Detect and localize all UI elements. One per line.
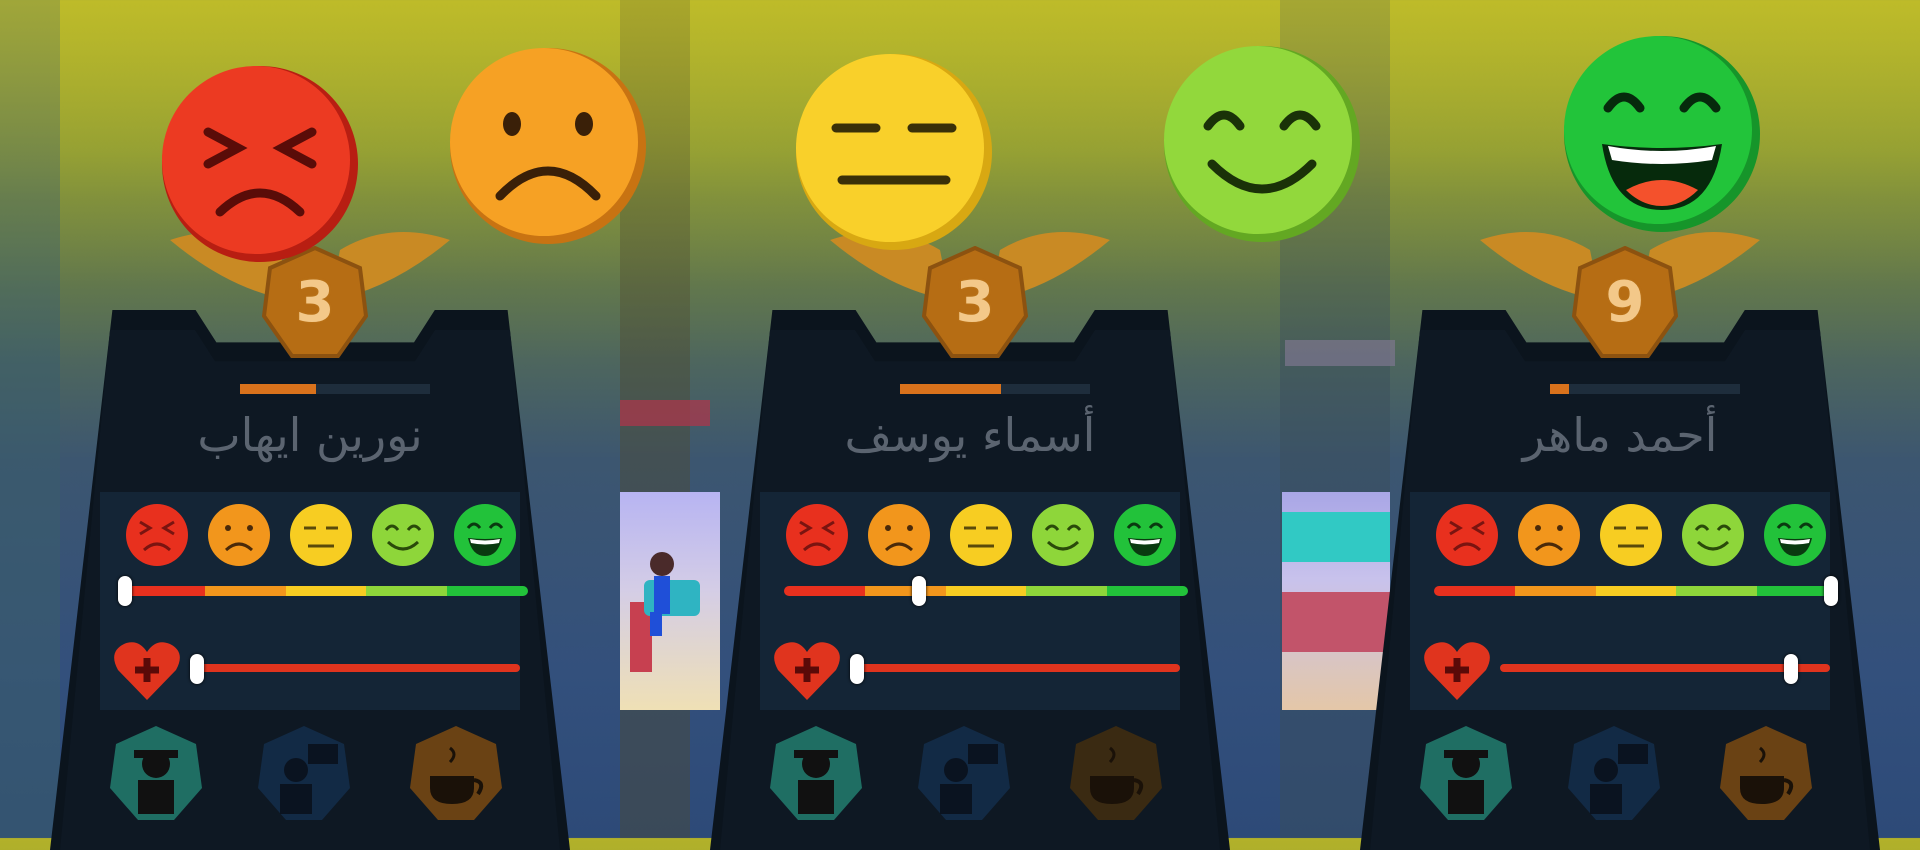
mood-scale: [784, 502, 1184, 572]
chat-person-icon[interactable]: [256, 724, 352, 824]
mood-slider-handle[interactable]: [912, 576, 926, 606]
heart-plus-icon: [1424, 642, 1490, 700]
smile-face-icon[interactable]: [1680, 502, 1746, 568]
angry-face-icon[interactable]: [124, 502, 190, 568]
player-name: أحمد ماهر: [1522, 408, 1718, 462]
chat-person-icon[interactable]: [916, 724, 1012, 824]
mood-slider[interactable]: [784, 586, 1188, 596]
angry-face-icon[interactable]: [160, 64, 360, 264]
health-slider-handle[interactable]: [850, 654, 864, 684]
player-name: أسماء يوسف: [844, 408, 1096, 462]
coffee-cup-icon[interactable]: [408, 724, 504, 824]
mood-slider-handle[interactable]: [1824, 576, 1838, 606]
xp-fill: [1550, 384, 1569, 394]
laughing-face-icon[interactable]: [1112, 502, 1178, 568]
health-slider[interactable]: [850, 664, 1180, 672]
neutral-face-icon[interactable]: [794, 52, 994, 252]
mood-scale: [124, 502, 524, 572]
spy-agent-icon[interactable]: [108, 724, 204, 824]
heart-plus-icon: [774, 642, 840, 700]
sad-face-icon[interactable]: [1516, 502, 1582, 568]
sad-face-icon[interactable]: [206, 502, 272, 568]
health-slider[interactable]: [1500, 664, 1830, 672]
coffee-cup-icon[interactable]: [1068, 724, 1164, 824]
health-slider-handle[interactable]: [1784, 654, 1798, 684]
mood-scale: [1434, 502, 1834, 572]
level-number: 9: [1605, 270, 1645, 335]
heart-plus-icon: [114, 642, 180, 700]
sad-face-icon[interactable]: [448, 46, 648, 246]
spy-agent-icon[interactable]: [1418, 724, 1514, 824]
xp-fill: [240, 384, 316, 394]
smile-face-icon[interactable]: [370, 502, 436, 568]
spy-agent-icon[interactable]: [768, 724, 864, 824]
xp-bar: [900, 384, 1090, 394]
health-slider[interactable]: [190, 664, 520, 672]
xp-fill: [900, 384, 1001, 394]
laughing-face-icon[interactable]: [1562, 34, 1762, 234]
angry-face-icon[interactable]: [1434, 502, 1500, 568]
laughing-face-icon[interactable]: [1762, 502, 1828, 568]
player-name: نورين ايهاب: [197, 408, 423, 462]
mood-slider-handle[interactable]: [118, 576, 132, 606]
neutral-face-icon[interactable]: [948, 502, 1014, 568]
xp-bar: [1550, 384, 1740, 394]
xp-bar: [240, 384, 430, 394]
laughing-face-icon[interactable]: [452, 502, 518, 568]
level-number: 3: [955, 270, 995, 335]
chat-person-icon[interactable]: [1566, 724, 1662, 824]
smile-face-icon[interactable]: [1162, 44, 1362, 244]
angry-face-icon[interactable]: [784, 502, 850, 568]
sad-face-icon[interactable]: [866, 502, 932, 568]
mood-slider[interactable]: [124, 586, 528, 596]
health-slider-handle[interactable]: [190, 654, 204, 684]
smile-face-icon[interactable]: [1030, 502, 1096, 568]
level-number: 3: [295, 270, 335, 335]
mood-slider[interactable]: [1434, 586, 1838, 596]
coffee-cup-icon[interactable]: [1718, 724, 1814, 824]
neutral-face-icon[interactable]: [1598, 502, 1664, 568]
neutral-face-icon[interactable]: [288, 502, 354, 568]
